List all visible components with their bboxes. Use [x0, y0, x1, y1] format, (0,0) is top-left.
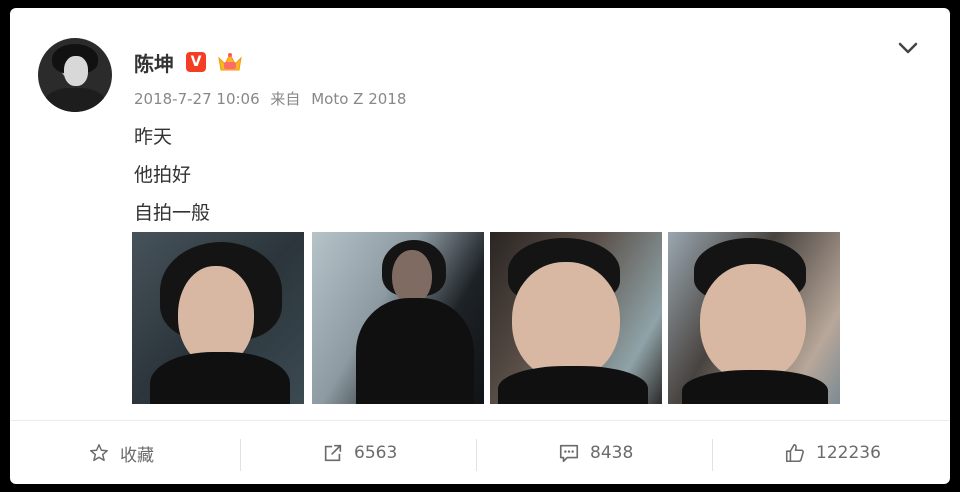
avatar[interactable] — [38, 38, 112, 112]
photo-torso — [682, 370, 828, 404]
photo-torso — [150, 352, 290, 404]
share-icon — [324, 444, 342, 462]
photo-face — [512, 262, 620, 380]
comment-button[interactable]: 8438 — [558, 439, 633, 467]
star-icon — [90, 444, 108, 462]
repost-count: 6563 — [354, 443, 398, 463]
divider — [240, 439, 241, 471]
photo-torso — [498, 366, 648, 404]
source-prefix: 来自 — [270, 90, 301, 108]
divider — [712, 439, 713, 471]
photo-face — [178, 266, 254, 366]
post-line-2: 他拍好 — [134, 164, 192, 186]
photo-2[interactable] — [312, 232, 484, 404]
comment-count: 8438 — [590, 443, 634, 463]
photo-3[interactable] — [490, 232, 662, 404]
post-meta: 2018-7-27 10:06 来自 Moto Z 2018 — [134, 88, 412, 109]
divider — [476, 439, 477, 471]
post-line-3: 自拍一般 — [134, 202, 211, 224]
post-source[interactable]: Moto Z 2018 — [311, 90, 406, 108]
photo-1[interactable] — [132, 232, 304, 404]
avatar-body — [44, 88, 106, 112]
thumbs-up-icon — [785, 443, 804, 463]
photo-4[interactable] — [668, 232, 840, 404]
photo-face — [700, 264, 806, 382]
chevron-down-icon[interactable] — [896, 38, 920, 58]
username[interactable]: 陈坤 — [134, 48, 174, 77]
post-timestamp: 2018-7-27 10:06 — [134, 90, 260, 108]
repost-button[interactable]: 6563 — [322, 439, 397, 467]
weibo-post-card: 陈坤 V 2018-7-27 10:06 来自 Moto Z 2018 昨天 他… — [10, 8, 950, 484]
favorite-button[interactable]: 收藏 — [88, 439, 154, 467]
favorite-label: 收藏 — [120, 445, 154, 466]
verified-badge: V — [186, 52, 206, 72]
like-count: 122236 — [816, 443, 881, 463]
action-bar: 收藏 6563 8438 122236 — [10, 420, 950, 484]
avatar-face — [64, 56, 88, 86]
post-line-1: 昨天 — [134, 126, 173, 148]
crown-icon — [218, 52, 242, 71]
like-button[interactable]: 122236 — [784, 439, 881, 467]
photo-torso — [356, 298, 474, 404]
photo-face — [392, 250, 432, 304]
comment-icon — [559, 444, 579, 463]
